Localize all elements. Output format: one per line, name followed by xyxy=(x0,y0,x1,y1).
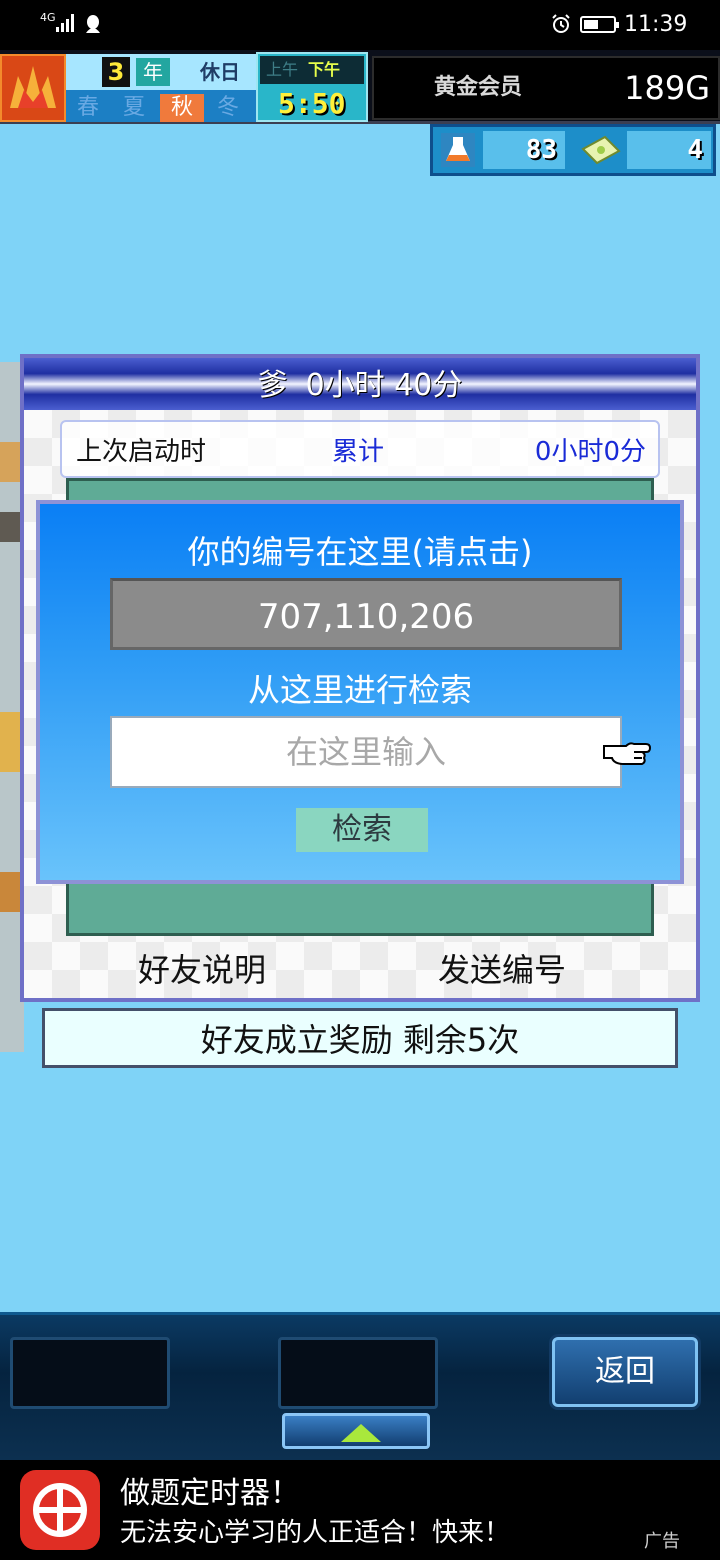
ad-app-logo-icon xyxy=(20,1470,100,1550)
game-hud: 3 年 休日 春 夏 秋 冬 上午 下午 5:50 黄金会员 189G xyxy=(0,50,720,124)
calendar-panel[interactable]: 3 年 休日 春 夏 秋 冬 xyxy=(66,54,256,122)
expand-menu-button[interactable] xyxy=(282,1413,430,1449)
bottom-nav: 返回 xyxy=(0,1312,720,1460)
search-button[interactable]: 检索 xyxy=(296,808,428,852)
friend-help-link[interactable]: 好友说明 xyxy=(138,950,266,990)
season-winter: 冬 xyxy=(216,95,239,120)
resource-bar: 83 4 xyxy=(430,124,716,176)
friend-id-input[interactable] xyxy=(110,716,622,788)
pm-label: 下午 xyxy=(308,60,341,79)
send-id-link[interactable]: 发送编号 xyxy=(438,950,566,990)
menu-slot-left[interactable] xyxy=(10,1337,170,1409)
ticket-icon xyxy=(581,135,621,165)
alarm-icon xyxy=(552,14,570,33)
member-label: 黄金会员 xyxy=(434,75,523,100)
up-arrow-icon xyxy=(341,1424,381,1442)
clock-value: 5:50 xyxy=(278,87,346,120)
friend-id-dialog: 你的编号在这里(请点击) 707,110,206 从这里进行检索 检索 xyxy=(36,500,684,884)
season-summer: 夏 xyxy=(122,95,145,120)
status-bar: 4G 11:39 xyxy=(0,0,720,50)
back-button[interactable]: 返回 xyxy=(552,1337,698,1407)
year-unit: 年 xyxy=(136,58,170,86)
am-label: 上午 xyxy=(266,60,299,79)
network-type: 4G xyxy=(40,11,56,24)
total-value: 0小时0分 xyxy=(534,437,646,467)
reward-text: 好友成立奖励 剩余5次 xyxy=(200,1021,520,1059)
search-label: 从这里进行检索 xyxy=(247,671,472,709)
menu-slot-center[interactable] xyxy=(278,1337,438,1409)
player-id-value: 707,110,206 xyxy=(257,597,475,637)
last-launch-label: 上次启动时 xyxy=(76,437,207,467)
total-label: 累计 xyxy=(332,437,385,467)
player-name: 爹 xyxy=(257,368,288,403)
ad-title: 做题定时器！ xyxy=(120,1476,300,1511)
clock-time: 11:39 xyxy=(624,12,688,37)
company-emblem-icon[interactable] xyxy=(0,54,66,122)
panel-header: 爹 0小时 40分 xyxy=(24,358,696,410)
ad-banner[interactable]: 做题定时器！ 无法安心学习的人正适合！快来！ 广告 xyxy=(0,1460,720,1560)
launch-info-row: 上次启动时 累计 0小时0分 xyxy=(60,420,660,478)
player-id-box[interactable]: 707,110,206 xyxy=(110,578,622,650)
battery-icon xyxy=(580,16,619,33)
ad-tag: 广告 xyxy=(644,1531,680,1552)
play-time: 0小时 40分 xyxy=(305,368,463,403)
member-panel[interactable]: 黄金会员 189G xyxy=(372,56,720,120)
gold-amount: 189G xyxy=(624,69,710,107)
year-number: 3 xyxy=(102,57,130,87)
game-clock[interactable]: 上午 下午 5:50 xyxy=(256,52,368,122)
research-points-value: 83 xyxy=(483,131,565,169)
flask-icon xyxy=(441,133,475,167)
season-autumn: 秋 xyxy=(160,94,204,122)
id-hint: 你的编号在这里(请点击) xyxy=(187,533,533,571)
tickets-value: 4 xyxy=(627,131,711,169)
holiday-label: 休日 xyxy=(200,60,240,84)
signal-icon xyxy=(56,14,76,32)
friend-reward-bar: 好友成立奖励 剩余5次 xyxy=(42,1008,678,1068)
ad-subtitle: 无法安心学习的人正适合！快来！ xyxy=(120,1518,511,1548)
qq-icon xyxy=(86,15,100,33)
season-spring: 春 xyxy=(76,95,99,120)
pointing-hand-icon xyxy=(603,742,652,765)
